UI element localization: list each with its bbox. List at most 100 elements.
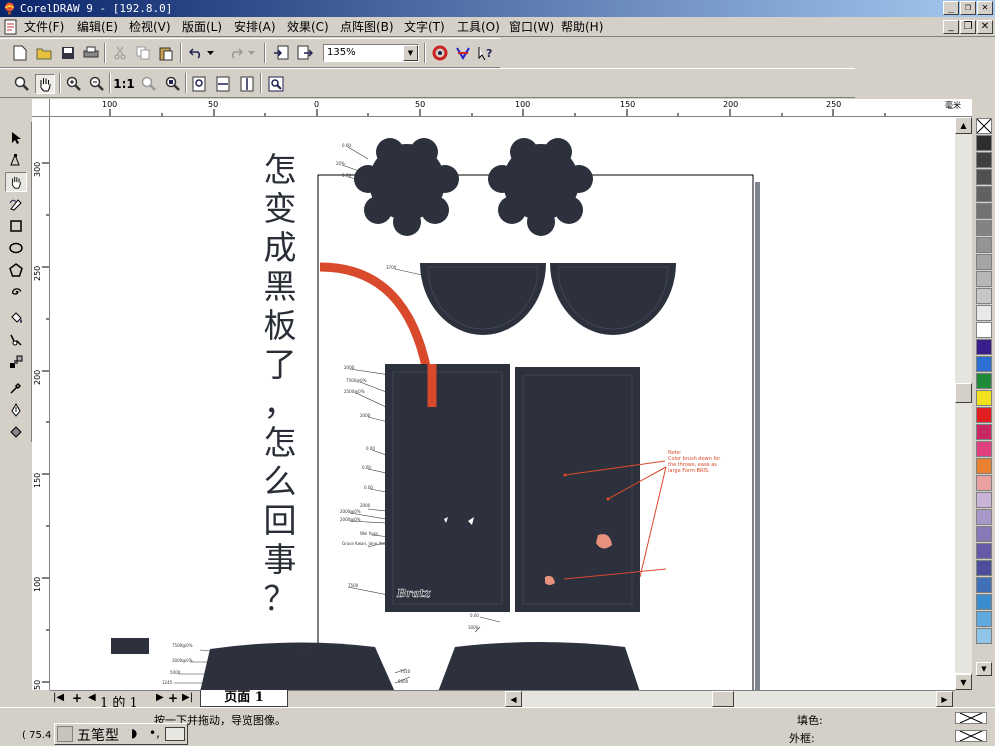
fill-none-swatch-icon[interactable]	[955, 712, 987, 724]
paste-icon[interactable]	[156, 43, 176, 63]
menu-file[interactable]: 文件(F)	[24, 19, 64, 35]
zoom-to-page-width-icon[interactable]	[214, 74, 234, 94]
hand-pan-icon[interactable]	[35, 74, 55, 94]
freehand-tool-icon[interactable]	[5, 194, 27, 214]
add-page-before-icon[interactable]: +	[72, 691, 82, 705]
palette-swatch[interactable]	[976, 271, 992, 287]
scroll-up-icon[interactable]: ▲	[955, 117, 972, 134]
open-folder-icon[interactable]	[34, 43, 54, 63]
copy-icon[interactable]	[133, 43, 153, 63]
menu-edit[interactable]: 编辑(E)	[77, 19, 118, 35]
ruler-origin-corner[interactable]	[32, 99, 50, 117]
cut-icon[interactable]	[110, 43, 130, 63]
spiral-tool-icon[interactable]	[5, 282, 27, 302]
vertical-ruler[interactable]: 300 250 200 150 100 50	[32, 117, 50, 690]
palette-swatch[interactable]	[976, 611, 992, 627]
zoom-level-combo[interactable]: 135% ▼	[323, 44, 419, 62]
doc-close-button[interactable]: ✕	[977, 20, 993, 34]
zoom-tool-icon[interactable]	[12, 74, 32, 94]
menu-help[interactable]: 帮助(H)	[561, 19, 603, 35]
zoom-actual-size-icon[interactable]: 1:1	[113, 74, 135, 94]
horizontal-ruler[interactable]: 100 50 0 50 100 150 200 250 毫米	[50, 99, 972, 117]
palette-swatch[interactable]	[976, 560, 992, 576]
fill-bucket-tool-icon[interactable]	[5, 308, 27, 328]
vertical-scroll-thumb[interactable]	[955, 383, 972, 403]
ime-switch-icon[interactable]	[57, 726, 73, 742]
scroll-right-icon[interactable]: ▶	[936, 691, 953, 707]
palette-scroll-down-icon[interactable]: ▼	[976, 662, 992, 676]
punctuation-icon[interactable]: •,	[149, 726, 160, 740]
hand-tool-icon[interactable]	[5, 172, 27, 192]
palette-swatch[interactable]	[976, 254, 992, 270]
palette-swatch[interactable]	[976, 305, 992, 321]
palette-swatch[interactable]	[976, 373, 992, 389]
palette-swatch[interactable]	[976, 288, 992, 304]
menu-view[interactable]: 检视(V)	[129, 19, 171, 35]
close-button[interactable]: ✕	[977, 1, 993, 15]
palette-swatch[interactable]	[976, 509, 992, 525]
palette-swatch[interactable]	[976, 407, 992, 423]
palette-flyout-icon[interactable]: ▼	[955, 674, 972, 690]
menu-layout[interactable]: 版面(L)	[182, 19, 222, 35]
application-launcher-icon[interactable]	[430, 43, 450, 63]
palette-swatch[interactable]	[976, 526, 992, 542]
doc-restore-button[interactable]: ❐	[960, 20, 976, 34]
outline-none-swatch-icon[interactable]	[955, 730, 987, 742]
print-icon[interactable]	[81, 43, 101, 63]
rectangle-tool-icon[interactable]	[5, 216, 27, 236]
minimize-button[interactable]: _	[943, 1, 959, 15]
pick-tool-arrow-icon[interactable]	[5, 128, 27, 148]
palette-swatch[interactable]	[976, 322, 992, 338]
palette-swatch[interactable]	[976, 390, 992, 406]
palette-swatch[interactable]	[976, 543, 992, 559]
soft-keyboard-icon[interactable]	[165, 727, 185, 741]
palette-swatch[interactable]	[976, 458, 992, 474]
interactive-fill-tool-icon[interactable]	[5, 330, 27, 350]
new-icon[interactable]	[10, 43, 30, 63]
menu-arrange[interactable]: 安排(A)	[234, 19, 276, 35]
palette-swatch[interactable]	[976, 628, 992, 644]
menu-text[interactable]: 文字(T)	[404, 19, 445, 35]
outline-pen-tool-icon[interactable]	[5, 400, 27, 420]
ellipse-tool-icon[interactable]	[5, 238, 27, 258]
restore-button[interactable]: ❐	[960, 1, 976, 15]
horizontal-scrollbar[interactable]: ◀ ▶	[505, 691, 953, 707]
redo-icon[interactable]	[226, 43, 246, 63]
palette-swatch[interactable]	[976, 475, 992, 491]
last-page-icon[interactable]: ▶|	[182, 692, 193, 703]
palette-swatch[interactable]	[976, 237, 992, 253]
zoom-in-icon[interactable]	[64, 74, 84, 94]
palette-swatch[interactable]	[976, 186, 992, 202]
palette-swatch[interactable]	[976, 220, 992, 236]
import-icon[interactable]	[271, 43, 291, 63]
scroll-left-icon[interactable]: ◀	[505, 691, 522, 707]
no-fill-swatch-icon[interactable]	[976, 118, 992, 134]
palette-swatch[interactable]	[976, 152, 992, 168]
whats-this-help-icon[interactable]: ?	[475, 43, 495, 63]
palette-swatch[interactable]	[976, 492, 992, 508]
zoom-out-icon[interactable]	[87, 74, 107, 94]
zoom-to-page-height-icon[interactable]	[238, 74, 258, 94]
doc-minimize-button[interactable]: _	[943, 20, 959, 34]
interactive-blend-tool-icon[interactable]	[5, 352, 27, 372]
half-width-moon-icon[interactable]: ◗	[131, 726, 137, 740]
ime-name[interactable]: 五笔型	[77, 725, 119, 745]
palette-swatch[interactable]	[976, 135, 992, 151]
next-page-icon[interactable]: ▶	[156, 692, 164, 703]
palette-swatch[interactable]	[976, 424, 992, 440]
drawing-canvas[interactable]: 0.00 20% 0.00 3700 2000 7500@0% 2500@0% 2000 0…	[50, 117, 955, 690]
palette-swatch[interactable]	[976, 169, 992, 185]
palette-swatch[interactable]	[976, 577, 992, 593]
palette-swatch[interactable]	[976, 203, 992, 219]
first-page-icon[interactable]: |◀	[53, 692, 64, 703]
zoom-to-selected-icon[interactable]	[139, 74, 159, 94]
palette-swatch[interactable]	[976, 339, 992, 355]
redo-dropdown-icon[interactable]	[245, 43, 257, 63]
save-icon[interactable]	[58, 43, 78, 63]
page-tab[interactable]: 页面 1	[200, 690, 288, 707]
document-icon[interactable]	[4, 19, 18, 35]
vertical-scrollbar[interactable]: ▲ ▼	[955, 117, 972, 690]
horizontal-scroll-thumb[interactable]	[712, 691, 734, 707]
menu-bitmaps[interactable]: 点阵图(B)	[340, 19, 394, 35]
menu-tools[interactable]: 工具(O)	[457, 19, 500, 35]
